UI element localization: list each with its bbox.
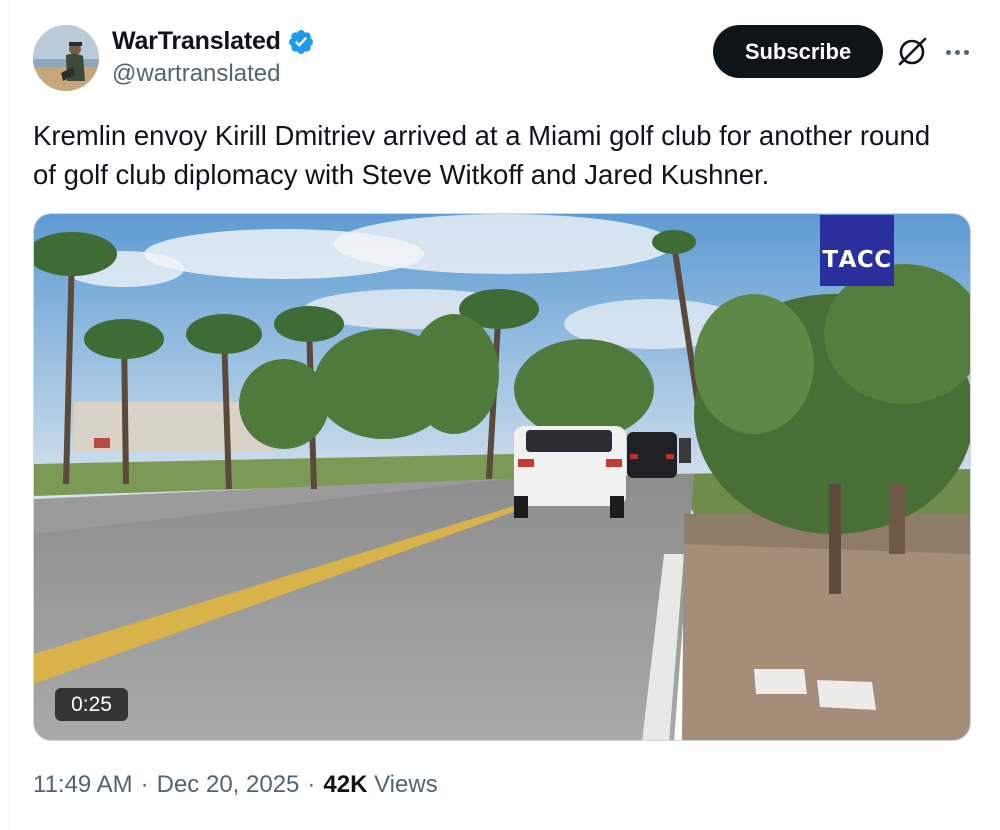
meta-separator: · [307, 771, 316, 798]
views[interactable]: 42K Views [323, 771, 437, 799]
tweet-meta: 11:49 AM · Dec 20, 2025 · 42K Views [33, 771, 438, 799]
subscribe-button[interactable]: Subscribe [713, 25, 883, 78]
verified-badge-icon [288, 29, 313, 54]
video-duration-badge: 0:25 [55, 688, 128, 721]
video-player[interactable]: ТАСС 0:25 [33, 213, 971, 741]
author-name-row[interactable]: WarTranslated [112, 27, 315, 56]
author-handle[interactable]: @wartranslated [112, 60, 280, 88]
tweet-text: Kremlin envoy Kirill Dmitriev arrived at… [33, 120, 931, 190]
more-dot [954, 49, 960, 55]
more-dot [945, 49, 951, 55]
tweet-card: WarTranslated @wartranslated Subscribe K… [0, 0, 1000, 830]
tass-watermark: ТАСС [820, 215, 894, 286]
views-label: Views [374, 771, 438, 798]
more-icon[interactable] [942, 38, 972, 66]
avatar[interactable] [33, 25, 99, 91]
tweet-date[interactable]: Dec 20, 2025 [157, 771, 300, 799]
avatar-image [33, 25, 99, 91]
views-count: 42K [323, 771, 368, 798]
tweet-time[interactable]: 11:49 AM [33, 771, 133, 799]
watermark-text: ТАСС [822, 247, 892, 273]
divider [8, 0, 9, 830]
grok-icon[interactable] [895, 35, 929, 69]
more-dot [963, 49, 969, 55]
video-thumbnail [34, 214, 970, 740]
display-name[interactable]: WarTranslated [112, 27, 281, 56]
meta-separator: · [140, 771, 149, 798]
